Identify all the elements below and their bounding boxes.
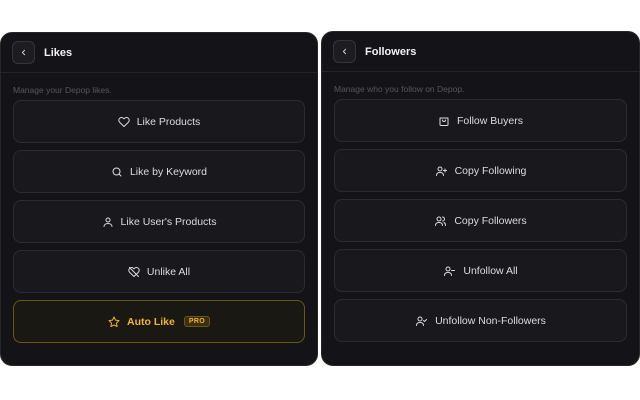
heart-icon <box>118 116 130 127</box>
user-plus-icon <box>435 166 447 176</box>
chevron-left-icon <box>21 49 26 56</box>
unfollow-non-followers-button[interactable]: Unfollow Non-Followers <box>334 299 627 342</box>
button-label: Unfollow Non-Followers <box>435 314 546 327</box>
like-users-products-button[interactable]: Like User's Products <box>13 200 305 243</box>
page-subtitle: Manage who you follow on Depop. <box>334 84 465 94</box>
auto-like-button[interactable]: Auto Like PRO <box>13 300 305 343</box>
copy-following-button[interactable]: Copy Following <box>334 149 627 192</box>
user-minus-icon <box>444 266 456 276</box>
page-subtitle: Manage your Depop likes. <box>13 85 112 95</box>
likes-header: Likes <box>1 33 317 73</box>
button-label: Unlike All <box>146 265 191 278</box>
button-label: Follow Buyers <box>457 114 523 127</box>
button-label: Auto Like <box>127 315 175 328</box>
button-label: Like Products <box>136 115 201 128</box>
pro-badge: PRO <box>183 316 210 327</box>
button-label: Unfollow All <box>463 264 518 277</box>
unlike-all-button[interactable]: Unlike All <box>13 250 305 293</box>
followers-header: Followers <box>322 32 639 72</box>
chevron-left-icon <box>342 48 347 55</box>
like-by-keyword-button[interactable]: Like by Keyword <box>13 150 305 193</box>
back-button[interactable] <box>12 41 35 64</box>
page-title: Followers <box>365 45 417 58</box>
heart-off-icon <box>128 266 140 277</box>
button-label: Copy Followers <box>454 214 527 227</box>
button-label: Like User's Products <box>120 215 217 228</box>
users-icon <box>435 216 447 226</box>
shopping-bag-icon <box>439 117 449 126</box>
user-check-icon <box>416 316 428 326</box>
page-title: Likes <box>44 46 73 59</box>
followers-action-list: Follow Buyers Copy Following Copy Follow… <box>322 94 639 342</box>
likes-panel: Likes Manage your Depop likes. Like Prod… <box>0 32 318 366</box>
follow-buyers-button[interactable]: Follow Buyers <box>334 99 627 142</box>
button-label: Copy Following <box>454 164 527 177</box>
user-icon <box>103 217 113 227</box>
star-icon <box>108 316 120 327</box>
search-icon <box>112 167 122 176</box>
copy-followers-button[interactable]: Copy Followers <box>334 199 627 242</box>
unfollow-all-button[interactable]: Unfollow All <box>334 249 627 292</box>
back-button[interactable] <box>333 40 356 63</box>
followers-panel: Followers Manage who you follow on Depop… <box>321 31 640 366</box>
like-products-button[interactable]: Like Products <box>13 100 305 143</box>
button-label: Like by Keyword <box>129 165 208 178</box>
likes-action-list: Like Products Like by Keyword Like User'… <box>1 95 317 343</box>
